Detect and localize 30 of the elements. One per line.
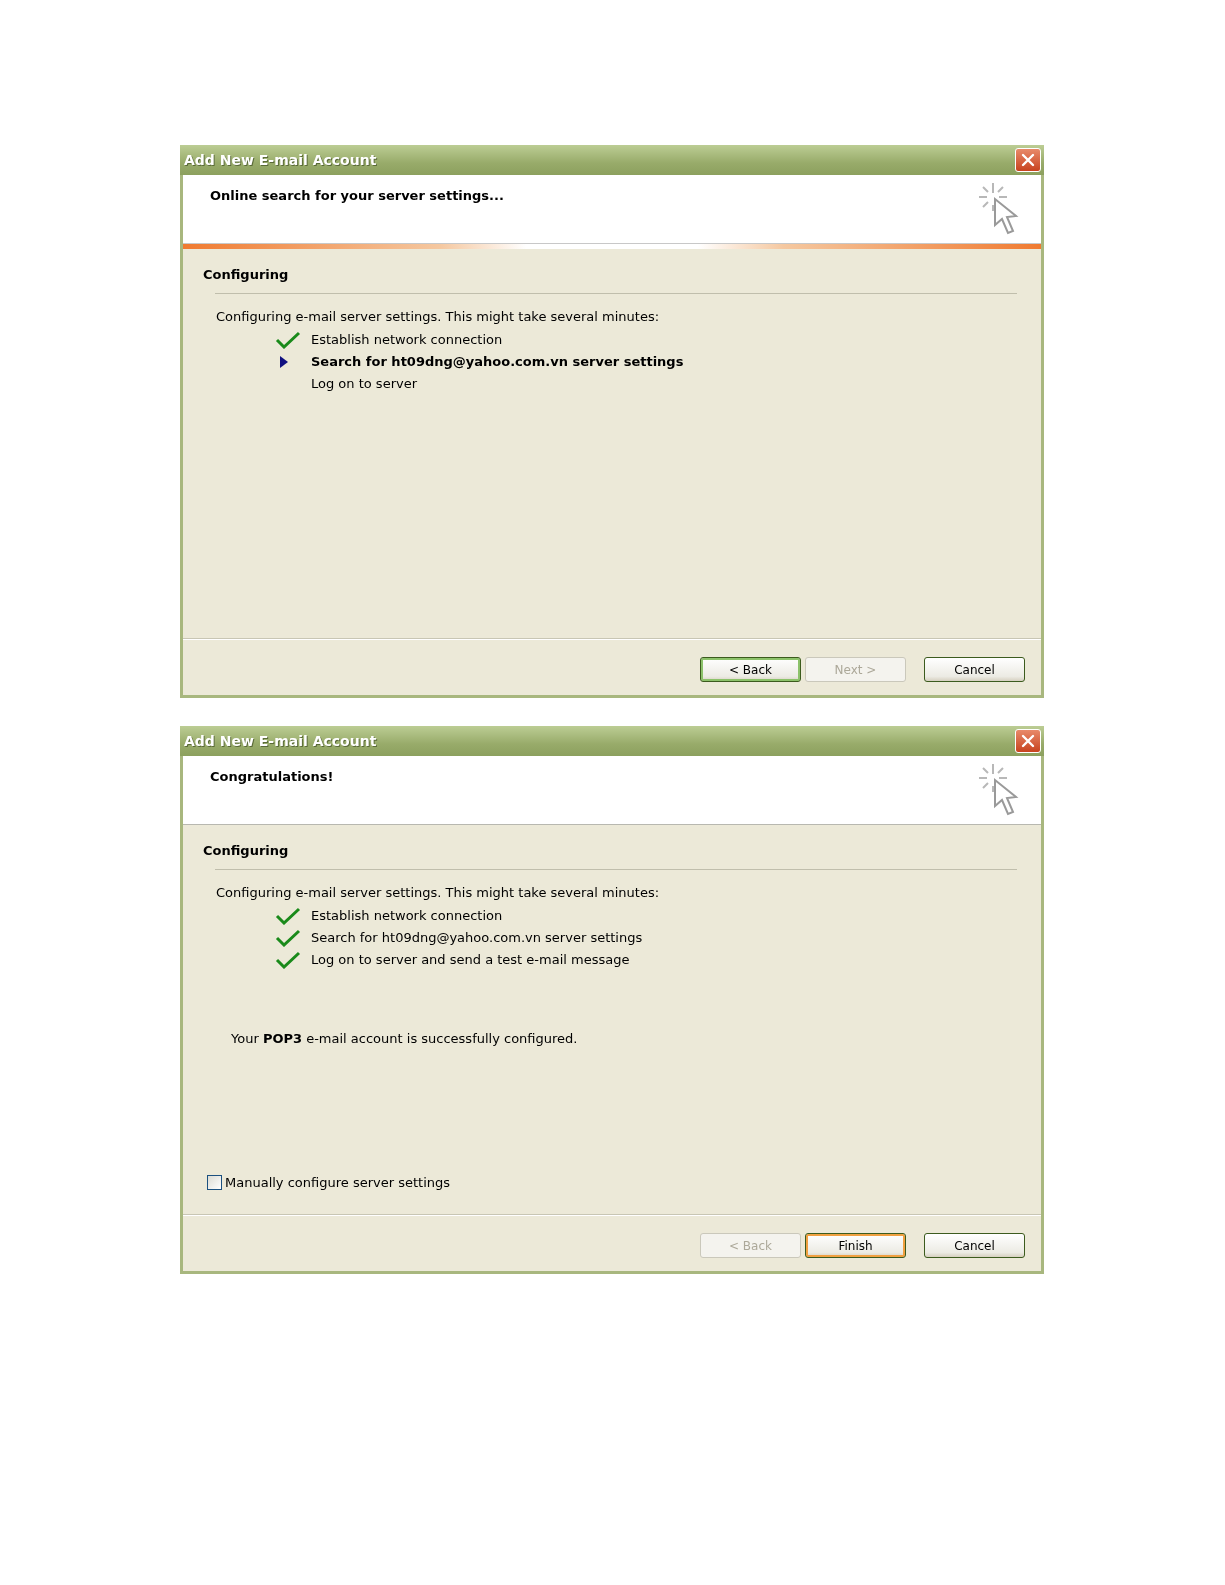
section-heading: Configuring	[203, 267, 290, 282]
close-button[interactable]	[1015, 148, 1041, 172]
intro-text: Configuring e-mail server settings. This might take several minutes:	[216, 885, 661, 900]
check-icon	[275, 330, 301, 349]
close-icon	[1021, 734, 1035, 748]
step-text: Search for ht09dng@yahoo.com.vn server settings	[311, 354, 684, 369]
check-icon	[275, 928, 301, 947]
header-title: Online search for your server settings...	[210, 187, 504, 203]
status-message: Your POP3 e-mail account is successfully configured.	[231, 1031, 579, 1046]
window-title: Add New E-mail Account	[184, 152, 377, 168]
step-text: Log on to server	[311, 376, 417, 391]
checkbox-label: Manually configure server settings	[225, 1175, 450, 1190]
dialog-button[interactable]: < Back	[700, 657, 801, 682]
section-heading: Configuring	[203, 843, 290, 858]
step-text: Search for ht09dng@yahoo.com.vn server settings	[311, 930, 643, 945]
check-icon	[275, 950, 301, 969]
close-icon	[1021, 153, 1035, 167]
window-title: Add New E-mail Account	[184, 733, 377, 749]
dialog-button[interactable]: Cancel	[924, 1233, 1025, 1258]
step-text: Establish network connection	[311, 332, 503, 347]
header-title: Congratulations!	[210, 768, 334, 784]
dialog-button[interactable]: Finish	[805, 1233, 906, 1258]
check-icon	[275, 906, 301, 925]
checkbox[interactable]	[207, 1175, 222, 1190]
arrow-icon	[280, 355, 288, 368]
step-text: Log on to server and send a test e-mail message	[311, 952, 630, 967]
intro-text: Configuring e-mail server settings. This might take several minutes:	[216, 309, 661, 324]
step-text: Establish network connection	[311, 908, 503, 923]
dialog-button[interactable]: Cancel	[924, 657, 1025, 682]
close-button[interactable]	[1015, 729, 1041, 753]
